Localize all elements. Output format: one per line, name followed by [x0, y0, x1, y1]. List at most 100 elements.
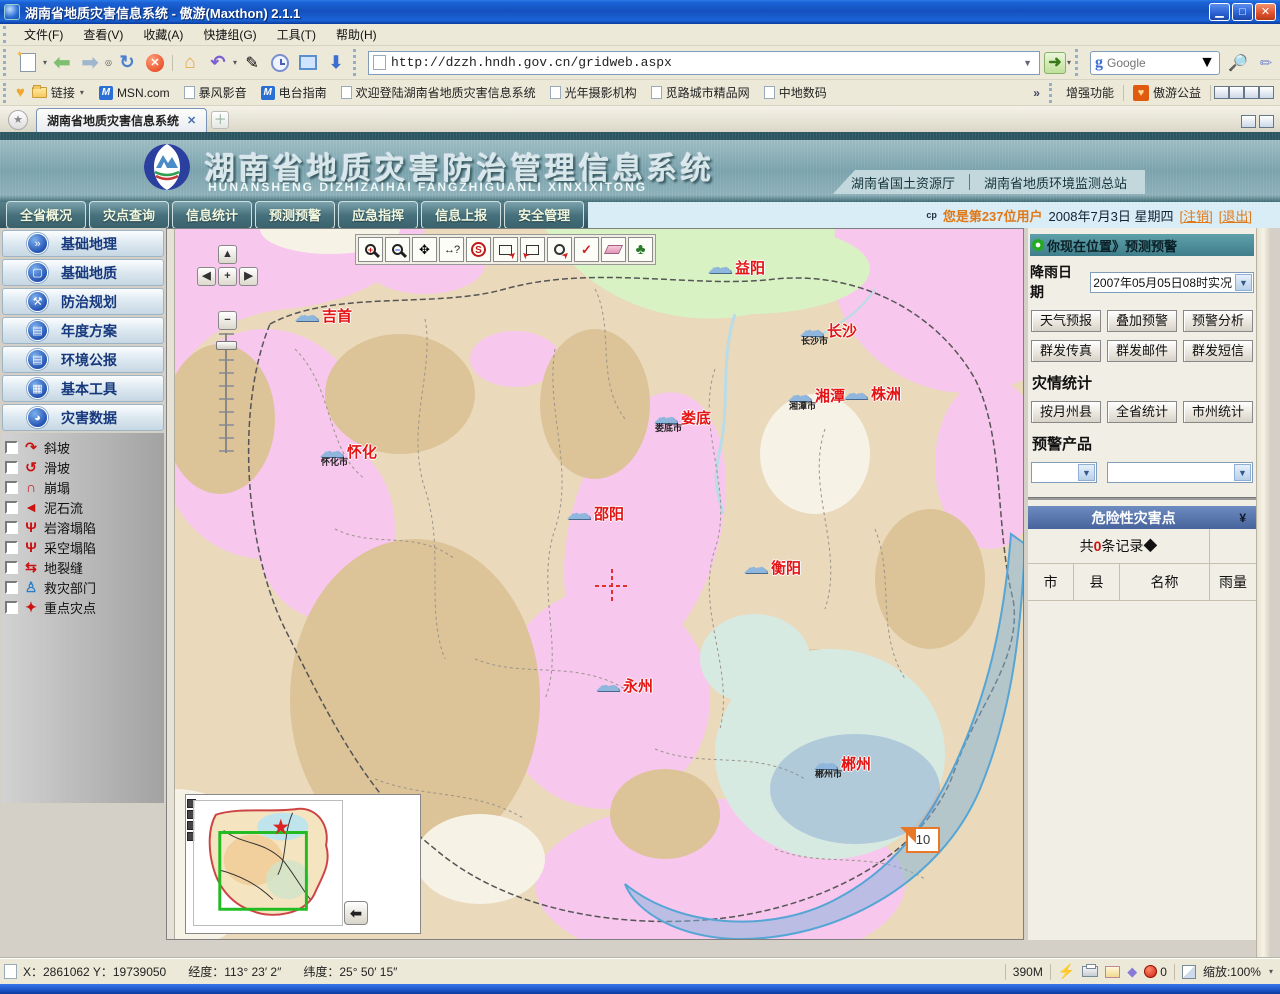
layer-checkbox[interactable] — [5, 501, 18, 514]
bookmark-radio-guide[interactable]: M电台指南 — [254, 82, 334, 103]
zoom-dropdown-icon[interactable]: ▾ — [1269, 967, 1273, 976]
back-button[interactable]: ⬅ — [50, 51, 74, 75]
link-geo-monitoring[interactable]: 湖南省地质环境监测总站 — [984, 173, 1127, 192]
bookmark-links[interactable]: 链接▾ — [25, 82, 92, 103]
layer-checkbox[interactable] — [5, 521, 18, 534]
sidebar-item-env-bulletin[interactable]: ▤环境公报 — [2, 346, 164, 373]
zoom-slider-thumb[interactable] — [216, 341, 237, 350]
search-box[interactable]: g ▼ — [1090, 51, 1220, 75]
column-name[interactable]: 名称 — [1120, 564, 1210, 600]
new-page-dropdown[interactable]: ▾ — [43, 58, 47, 67]
menu-view[interactable]: 查看(V) — [73, 24, 133, 45]
panel-splitter[interactable] — [167, 229, 175, 939]
overview-collapse-button[interactable]: ⬅ — [344, 901, 368, 925]
search-button[interactable]: 🔎 — [1226, 51, 1250, 75]
go-button[interactable]: ➜ — [1044, 52, 1066, 74]
window-list-button[interactable] — [296, 51, 320, 75]
collapse-icon[interactable]: ¥ — [1239, 511, 1256, 525]
zoom-minus-button[interactable]: − — [218, 311, 237, 330]
exit-link[interactable]: [退出] — [1219, 206, 1252, 225]
sidebar-item-prevention-plan[interactable]: ⚒防治规划 — [2, 288, 164, 315]
select-rect-tool[interactable] — [493, 237, 518, 262]
tab-close-icon[interactable]: ✕ — [187, 114, 196, 127]
link-land-resources[interactable]: 湖南省国土资源厅 — [851, 173, 955, 192]
menu-file[interactable]: 文件(F) — [14, 24, 73, 45]
refresh-button[interactable]: ↻ — [115, 51, 139, 75]
undo-dropdown[interactable]: ▾ — [233, 58, 237, 67]
url-input[interactable] — [391, 55, 1020, 70]
stop-button[interactable]: ✕ — [143, 51, 167, 75]
add-point-tool[interactable]: ✓ — [574, 237, 599, 262]
toolbar-grip[interactable] — [353, 49, 358, 75]
search-engine-dropdown[interactable]: ▼ — [1199, 54, 1215, 72]
by-month-county-button[interactable]: 按月州县 — [1031, 401, 1101, 423]
toolbar-grip[interactable] — [1075, 49, 1080, 75]
magic-fill-button[interactable]: ✎ — [240, 51, 264, 75]
close-button[interactable]: ✕ — [1255, 3, 1276, 21]
zoom-out-tool[interactable]: − — [385, 237, 410, 262]
sidebar-item-base-geography[interactable]: »基础地理 — [2, 230, 164, 257]
highlight-button[interactable]: ✏ — [1254, 51, 1278, 75]
new-tab-button[interactable]: ＋ — [211, 111, 229, 129]
tab-list-button[interactable] — [1241, 115, 1256, 128]
layer-checkbox[interactable] — [5, 581, 18, 594]
toolbar-grip[interactable] — [3, 49, 8, 75]
province-stats-button[interactable]: 全省统计 — [1107, 401, 1177, 423]
logout-link[interactable]: [注销] — [1180, 206, 1213, 225]
select-circle-tool[interactable] — [547, 237, 572, 262]
download-button[interactable]: ⬇ — [324, 51, 348, 75]
search-input[interactable] — [1107, 56, 1199, 70]
bookmark-hunan-geo[interactable]: 欢迎登陆湖南省地质灾害信息系统 — [334, 82, 543, 103]
menu-favorites[interactable]: 收藏(A) — [133, 24, 193, 45]
weather-forecast-button[interactable]: 天气预报 — [1031, 310, 1101, 332]
warning-analysis-button[interactable]: 预警分析 — [1183, 310, 1253, 332]
bookmark-photo-studio[interactable]: 光年摄影机构 — [543, 82, 644, 103]
nav-info-statistics[interactable]: 信息统计 — [172, 201, 252, 229]
bookmark-msn[interactable]: MMSN.com — [92, 84, 177, 102]
pan-tool[interactable]: ✥ — [412, 237, 437, 262]
eraser-tool[interactable] — [601, 237, 626, 262]
print-icon[interactable] — [1082, 966, 1098, 977]
column-rainfall[interactable]: 雨量 — [1210, 564, 1256, 600]
plugin-icon-4[interactable] — [1259, 86, 1274, 99]
nav-disaster-query[interactable]: 灾点查询 — [89, 201, 169, 229]
plugin-icon-3[interactable] — [1244, 86, 1259, 99]
bookmark-storm-player[interactable]: 暴风影音 — [177, 82, 254, 103]
maxthon-charity[interactable]: ♥傲游公益 — [1127, 82, 1207, 103]
scale-tool[interactable]: S — [466, 237, 491, 262]
nav-security-mgmt[interactable]: 安全管理 — [504, 201, 584, 229]
sidebar-item-basic-tools[interactable]: ▦基本工具 — [2, 375, 164, 402]
pan-center-button[interactable]: + — [218, 267, 237, 286]
vertical-scrollbar[interactable] — [1256, 228, 1270, 958]
bookmarks-overflow[interactable]: » — [1027, 86, 1046, 100]
address-bar[interactable]: ▼ — [368, 51, 1040, 75]
history-dropdown[interactable]: ◎ — [105, 58, 112, 67]
product-item-select[interactable]: ▼ — [1107, 462, 1253, 483]
toolbar-grip[interactable] — [1049, 83, 1054, 103]
plugin-icon-2[interactable] — [1229, 86, 1244, 99]
column-city[interactable]: 市 — [1028, 564, 1074, 600]
deselect-rect-tool[interactable] — [520, 237, 545, 262]
layer-checkbox[interactable] — [5, 461, 18, 474]
bookmark-zhongdi[interactable]: 中地数码 — [757, 82, 834, 103]
toolbar-grip[interactable] — [3, 26, 8, 43]
favorites-icon[interactable]: ♥ — [16, 84, 25, 101]
measure-tool[interactable]: ↔? — [439, 237, 464, 262]
city-stats-button[interactable]: 市州统计 — [1183, 401, 1253, 423]
toolbar-grip[interactable] — [3, 83, 8, 103]
full-extent-tool[interactable]: ♣ — [628, 237, 653, 262]
layer-checkbox[interactable] — [5, 561, 18, 574]
maximize-button[interactable]: □ — [1232, 3, 1253, 21]
rain-flag-marker[interactable]: 10 — [906, 827, 940, 853]
new-window-icon[interactable] — [1105, 966, 1120, 978]
mass-fax-button[interactable]: 群发传真 — [1031, 340, 1101, 362]
zoom-in-tool[interactable]: + — [358, 237, 383, 262]
product-type-select[interactable]: ▼ — [1031, 462, 1097, 483]
sidebar-item-annual-plan[interactable]: ▤年度方案 — [2, 317, 164, 344]
forward-button[interactable]: ➡ — [78, 51, 102, 75]
undo-button[interactable]: ↶ — [206, 51, 230, 75]
minimize-button[interactable]: ▁ — [1209, 3, 1230, 21]
zoom-slider[interactable] — [219, 333, 234, 453]
go-dropdown[interactable]: ▾ — [1067, 58, 1071, 67]
nav-forecast-warning[interactable]: 预测预警 — [255, 201, 335, 229]
